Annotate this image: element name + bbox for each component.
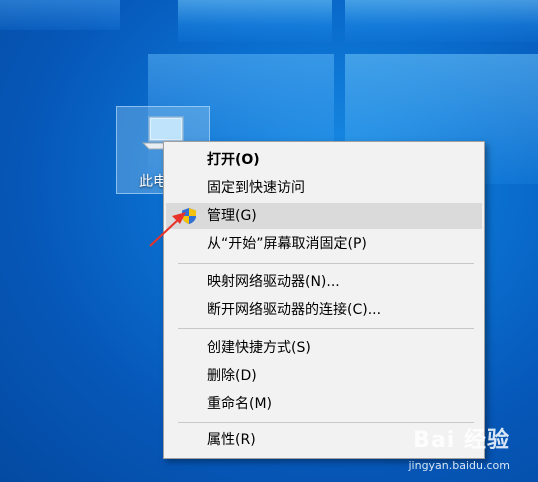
- wallpaper-pane: [178, 0, 332, 42]
- watermark-brand: Bai 经验: [413, 428, 510, 453]
- menu-item-rename[interactable]: 重命名(M): [166, 391, 482, 417]
- menu-item-disconnect-network-drive[interactable]: 断开网络驱动器的连接(C)...: [166, 297, 482, 323]
- menu-item-open[interactable]: 打开(O): [166, 147, 482, 173]
- menu-item-map-network-drive[interactable]: 映射网络驱动器(N)...: [166, 269, 482, 295]
- shield-icon: [182, 208, 196, 224]
- menu-item-delete[interactable]: 删除(D): [166, 363, 482, 389]
- menu-item-manage[interactable]: 管理(G): [166, 203, 482, 229]
- menu-item-create-shortcut[interactable]: 创建快捷方式(S): [166, 335, 482, 361]
- menu-separator: [178, 328, 474, 329]
- menu-item-manage-label: 管理(G): [207, 208, 257, 224]
- context-menu: 打开(O) 固定到快速访问 管理(G) 从“开始”屏幕取消固定(P) 映射网络驱…: [163, 141, 485, 459]
- menu-item-pin-quick-access[interactable]: 固定到快速访问: [166, 175, 482, 201]
- wallpaper-pane: [0, 0, 120, 30]
- menu-item-unpin-start[interactable]: 从“开始”屏幕取消固定(P): [166, 231, 482, 257]
- menu-separator: [178, 263, 474, 264]
- wallpaper-pane: [345, 0, 538, 42]
- watermark-url: jingyan.baidu.com: [408, 459, 510, 472]
